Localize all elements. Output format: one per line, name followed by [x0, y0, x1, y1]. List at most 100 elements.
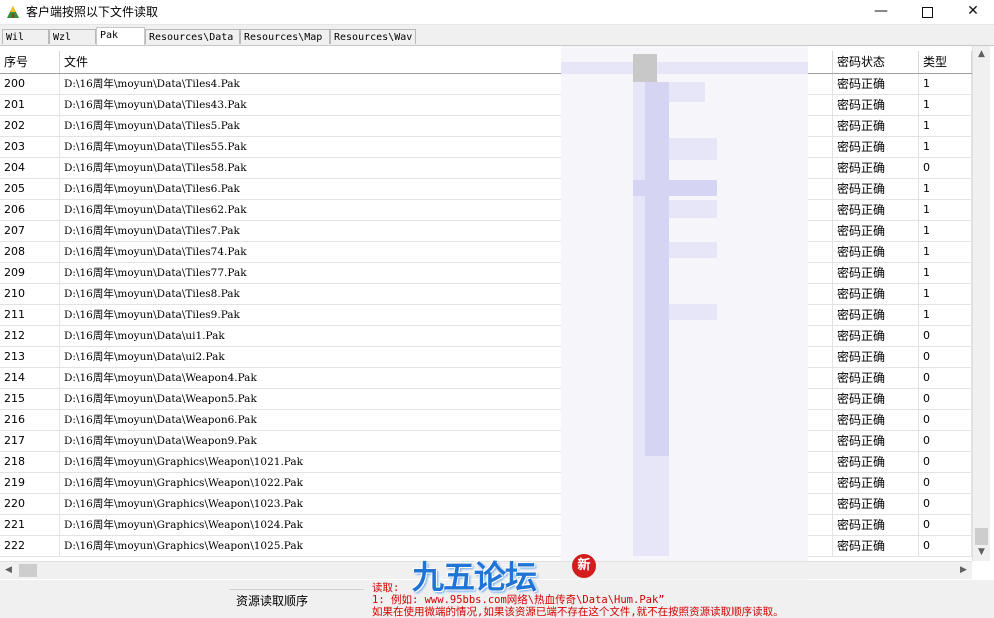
table-row[interactable]: 211 D:\16周年\moyun\Data\Tiles9.Pak 密码正确 1 — [0, 305, 972, 326]
table-row[interactable]: 200 D:\16周年\moyun\Data\Tiles4.Pak 密码正确 1 — [0, 74, 972, 95]
close-icon: ✕ — [967, 3, 979, 19]
horizontal-scroll-thumb[interactable] — [19, 564, 37, 577]
scroll-up-icon[interactable]: ▲ — [973, 46, 990, 63]
row-status: 密码正确 — [833, 410, 919, 430]
tab-wzl[interactable]: Wzl — [49, 29, 96, 44]
row-type: 1 — [919, 95, 972, 115]
row-status: 密码正确 — [833, 389, 919, 409]
row-file: D:\16周年\moyun\Data\ui2.Pak — [60, 347, 833, 367]
title-bar: 客户端按照以下文件读取 — ✕ — [0, 0, 994, 25]
row-status: 密码正确 — [833, 368, 919, 388]
table-row[interactable]: 208 D:\16周年\moyun\Data\Tiles74.Pak 密码正确 1 — [0, 242, 972, 263]
vertical-scroll-thumb[interactable] — [975, 528, 988, 545]
row-no: 213 — [0, 347, 60, 367]
table-row[interactable]: 207 D:\16周年\moyun\Data\Tiles7.Pak 密码正确 1 — [0, 221, 972, 242]
row-status: 密码正确 — [833, 137, 919, 157]
app-icon — [7, 6, 19, 18]
scroll-down-icon[interactable]: ▼ — [973, 544, 990, 561]
row-file: D:\16周年\moyun\Data\Tiles58.Pak — [60, 158, 833, 178]
row-type: 1 — [919, 200, 972, 220]
close-button[interactable]: ✕ — [950, 0, 994, 24]
file-list-panel: 序号 文件 密码状态 类型 200 D:\16周年\moyun\Data\Tile… — [0, 45, 994, 580]
row-type: 0 — [919, 452, 972, 472]
row-status: 密码正确 — [833, 116, 919, 136]
row-type: 0 — [919, 431, 972, 451]
header-no[interactable]: 序号 — [0, 51, 60, 73]
row-type: 1 — [919, 242, 972, 262]
resource-order-group: 资源读取顺序 — [229, 589, 364, 618]
row-type: 0 — [919, 473, 972, 493]
table-row[interactable]: 217 D:\16周年\moyun\Data\Weapon9.Pak 密码正确 0 — [0, 431, 972, 452]
row-file: D:\16周年\moyun\Data\Tiles55.Pak — [60, 137, 833, 157]
row-file: D:\16周年\moyun\Data\Tiles6.Pak — [60, 179, 833, 199]
table-row[interactable]: 218 D:\16周年\moyun\Graphics\Weapon\1021.Pa… — [0, 452, 972, 473]
minimize-button[interactable]: — — [858, 0, 904, 24]
row-no: 217 — [0, 431, 60, 451]
tab-resources-data[interactable]: Resources\Data — [145, 29, 240, 44]
scroll-left-icon[interactable]: ◀ — [0, 562, 17, 579]
row-type: 0 — [919, 347, 972, 367]
row-file: D:\16周年\moyun\Data\Tiles9.Pak — [60, 305, 833, 325]
row-status: 密码正确 — [833, 347, 919, 367]
minimize-icon: — — [874, 3, 888, 19]
table-row[interactable]: 206 D:\16周年\moyun\Data\Tiles62.Pak 密码正确 1 — [0, 200, 972, 221]
table-row[interactable]: 205 D:\16周年\moyun\Data\Tiles6.Pak 密码正确 1 — [0, 179, 972, 200]
row-no: 211 — [0, 305, 60, 325]
row-no: 200 — [0, 74, 60, 94]
table-row[interactable]: 203 D:\16周年\moyun\Data\Tiles55.Pak 密码正确 1 — [0, 137, 972, 158]
row-file: D:\16周年\moyun\Data\Weapon5.Pak — [60, 389, 833, 409]
row-no: 219 — [0, 473, 60, 493]
row-status: 密码正确 — [833, 305, 919, 325]
table-row[interactable]: 220 D:\16周年\moyun\Graphics\Weapon\1023.Pa… — [0, 494, 972, 515]
row-status: 密码正确 — [833, 200, 919, 220]
row-status: 密码正确 — [833, 158, 919, 178]
vertical-scrollbar[interactable]: ▲ ▼ — [972, 46, 990, 561]
row-type: 0 — [919, 158, 972, 178]
row-no: 210 — [0, 284, 60, 304]
header-file[interactable]: 文件 — [60, 51, 833, 73]
row-type: 1 — [919, 179, 972, 199]
row-status: 密码正确 — [833, 74, 919, 94]
row-file: D:\16周年\moyun\Data\ui1.Pak — [60, 326, 833, 346]
row-type: 0 — [919, 494, 972, 514]
header-type[interactable]: 类型 — [919, 51, 972, 73]
table-row[interactable]: 204 D:\16周年\moyun\Data\Tiles58.Pak 密码正确 0 — [0, 158, 972, 179]
table-row[interactable]: 215 D:\16周年\moyun\Data\Weapon5.Pak 密码正确 0 — [0, 389, 972, 410]
row-no: 201 — [0, 95, 60, 115]
table-row[interactable]: 212 D:\16周年\moyun\Data\ui1.Pak 密码正确 0 — [0, 326, 972, 347]
tab-wil[interactable]: Wil — [2, 29, 49, 44]
row-file: D:\16周年\moyun\Data\Tiles7.Pak — [60, 221, 833, 241]
scroll-right-icon[interactable]: ▶ — [955, 562, 972, 579]
table-row[interactable]: 210 D:\16周年\moyun\Data\Tiles8.Pak 密码正确 1 — [0, 284, 972, 305]
table-row[interactable]: 216 D:\16周年\moyun\Data\Weapon6.Pak 密码正确 0 — [0, 410, 972, 431]
row-file: D:\16周年\moyun\Data\Tiles8.Pak — [60, 284, 833, 304]
row-file: D:\16周年\moyun\Graphics\Weapon\1021.Pak — [60, 452, 833, 472]
row-type: 0 — [919, 515, 972, 535]
row-file: D:\16周年\moyun\Data\Tiles74.Pak — [60, 242, 833, 262]
maximize-button[interactable] — [904, 0, 950, 24]
table-row[interactable]: 201 D:\16周年\moyun\Data\Tiles43.Pak 密码正确 1 — [0, 95, 972, 116]
row-no: 215 — [0, 389, 60, 409]
table-row[interactable]: 209 D:\16周年\moyun\Data\Tiles77.Pak 密码正确 1 — [0, 263, 972, 284]
tab-strip: Wil Wzl Pak Resources\Data Resources\Map… — [0, 27, 994, 45]
row-no: 220 — [0, 494, 60, 514]
table-row[interactable]: 202 D:\16周年\moyun\Data\Tiles5.Pak 密码正确 1 — [0, 116, 972, 137]
table-row[interactable]: 219 D:\16周年\moyun\Graphics\Weapon\1022.Pa… — [0, 473, 972, 494]
row-file: D:\16周年\moyun\Data\Weapon9.Pak — [60, 431, 833, 451]
row-status: 密码正确 — [833, 95, 919, 115]
table-row[interactable]: 221 D:\16周年\moyun\Graphics\Weapon\1024.Pa… — [0, 515, 972, 536]
row-status: 密码正确 — [833, 326, 919, 346]
row-no: 214 — [0, 368, 60, 388]
row-no: 208 — [0, 242, 60, 262]
header-status[interactable]: 密码状态 — [833, 51, 919, 73]
tab-resources-map[interactable]: Resources\Map — [240, 29, 330, 44]
row-status: 密码正确 — [833, 179, 919, 199]
tab-pak[interactable]: Pak — [96, 27, 145, 45]
table-body: 200 D:\16周年\moyun\Data\Tiles4.Pak 密码正确 1 201… — [0, 74, 972, 557]
table-row[interactable]: 214 D:\16周年\moyun\Data\Weapon4.Pak 密码正确 0 — [0, 368, 972, 389]
tab-resources-wav[interactable]: Resources\Wav — [330, 29, 416, 44]
row-type: 1 — [919, 116, 972, 136]
table-row[interactable]: 213 D:\16周年\moyun\Data\ui2.Pak 密码正确 0 — [0, 347, 972, 368]
row-file: D:\16周年\moyun\Data\Weapon6.Pak — [60, 410, 833, 430]
row-type: 1 — [919, 263, 972, 283]
